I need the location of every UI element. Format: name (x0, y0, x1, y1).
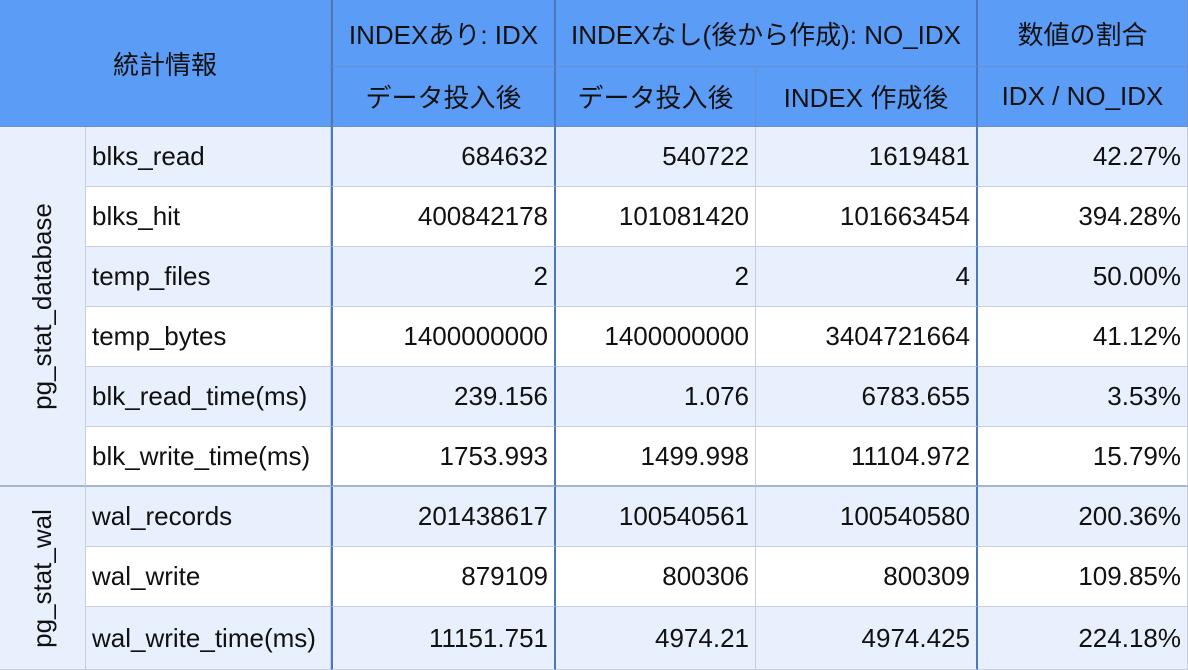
value-cell-idx[interactable]: 239.156 (331, 367, 556, 427)
group-label-text: pg_stat_database (27, 202, 58, 410)
metric-cell[interactable]: blks_hit (86, 187, 331, 247)
group-label-pg-stat-wal[interactable]: pg_stat_wal (0, 487, 86, 670)
header-noidx-group[interactable]: INDEXなし(後から作成): NO_IDX (556, 0, 978, 67)
value-cell-ratio[interactable]: 3.53% (978, 367, 1188, 427)
value-cell-ratio[interactable]: 394.28% (978, 187, 1188, 247)
value-cell-ratio[interactable]: 42.27% (978, 127, 1188, 187)
value-cell-ratio[interactable]: 109.85% (978, 547, 1188, 607)
value-cell-noidx-insert[interactable]: 1499.998 (556, 427, 756, 487)
value-cell-noidx-index[interactable]: 100540580 (756, 487, 978, 547)
value-cell-noidx-insert[interactable]: 4974.21 (556, 607, 756, 670)
metric-cell[interactable]: temp_files (86, 247, 331, 307)
header-idx-group[interactable]: INDEXあり: IDX (331, 0, 556, 67)
value-cell-ratio[interactable]: 15.79% (978, 427, 1188, 487)
metric-cell[interactable]: temp_bytes (86, 307, 331, 367)
value-cell-idx[interactable]: 684632 (331, 127, 556, 187)
value-cell-ratio[interactable]: 224.18% (978, 607, 1188, 670)
metric-cell[interactable]: wal_write (86, 547, 331, 607)
value-cell-ratio[interactable]: 50.00% (978, 247, 1188, 307)
value-cell-noidx-index[interactable]: 11104.972 (756, 427, 978, 487)
value-cell-noidx-index[interactable]: 101663454 (756, 187, 978, 247)
group-label-text: pg_stat_wal (27, 508, 58, 648)
header-idx-after-insert[interactable]: データ投入後 (331, 67, 556, 127)
header-noidx-after-insert[interactable]: データ投入後 (556, 67, 756, 127)
value-cell-ratio[interactable]: 41.12% (978, 307, 1188, 367)
value-cell-noidx-index[interactable]: 4 (756, 247, 978, 307)
header-ratio-group[interactable]: 数値の割合 (978, 0, 1188, 67)
value-cell-idx[interactable]: 11151.751 (331, 607, 556, 670)
value-cell-noidx-insert[interactable]: 1.076 (556, 367, 756, 427)
value-cell-idx[interactable]: 1400000000 (331, 307, 556, 367)
value-cell-noidx-index[interactable]: 800309 (756, 547, 978, 607)
metric-cell[interactable]: wal_write_time(ms) (86, 607, 331, 670)
value-cell-noidx-insert[interactable]: 2 (556, 247, 756, 307)
metric-cell[interactable]: blk_write_time(ms) (86, 427, 331, 487)
metric-cell[interactable]: blk_read_time(ms) (86, 367, 331, 427)
header-ratio-formula[interactable]: IDX / NO_IDX (978, 67, 1188, 127)
metric-cell[interactable]: wal_records (86, 487, 331, 547)
value-cell-ratio[interactable]: 200.36% (978, 487, 1188, 547)
value-cell-idx[interactable]: 879109 (331, 547, 556, 607)
value-cell-idx[interactable]: 400842178 (331, 187, 556, 247)
value-cell-noidx-index[interactable]: 3404721664 (756, 307, 978, 367)
statistics-table: 統計情報 INDEXあり: IDX INDEXなし(後から作成): NO_IDX… (0, 0, 1188, 670)
value-cell-noidx-index[interactable]: 1619481 (756, 127, 978, 187)
value-cell-idx[interactable]: 201438617 (331, 487, 556, 547)
value-cell-noidx-insert[interactable]: 1400000000 (556, 307, 756, 367)
metric-cell[interactable]: blks_read (86, 127, 331, 187)
value-cell-noidx-insert[interactable]: 100540561 (556, 487, 756, 547)
value-cell-noidx-insert[interactable]: 540722 (556, 127, 756, 187)
value-cell-noidx-insert[interactable]: 101081420 (556, 187, 756, 247)
header-stats-label[interactable]: 統計情報 (0, 0, 331, 127)
value-cell-idx[interactable]: 2 (331, 247, 556, 307)
value-cell-noidx-insert[interactable]: 800306 (556, 547, 756, 607)
value-cell-idx[interactable]: 1753.993 (331, 427, 556, 487)
value-cell-noidx-index[interactable]: 6783.655 (756, 367, 978, 427)
header-noidx-after-index[interactable]: INDEX 作成後 (756, 67, 978, 127)
value-cell-noidx-index[interactable]: 4974.425 (756, 607, 978, 670)
group-label-pg-stat-database[interactable]: pg_stat_database (0, 127, 86, 487)
